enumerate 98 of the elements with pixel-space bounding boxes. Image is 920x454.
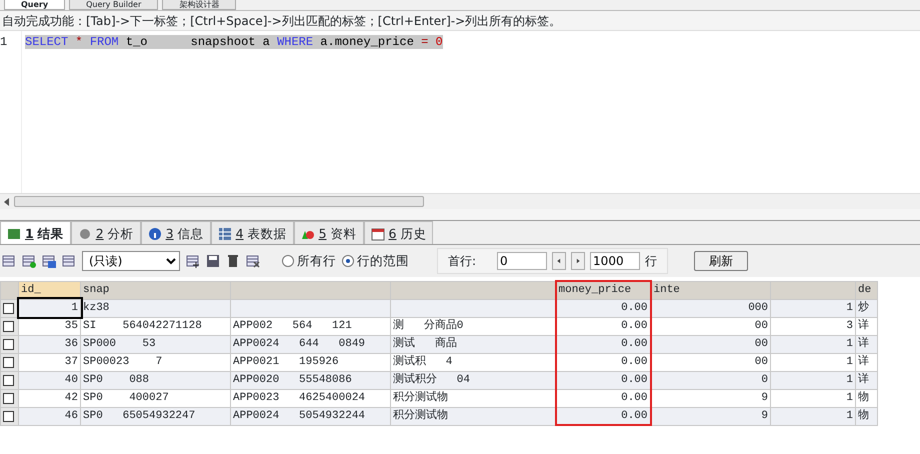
first-row-field[interactable]: 0: [497, 252, 548, 270]
radio-option[interactable]: 所有行: [282, 252, 336, 270]
row-count-field[interactable]: 1000: [590, 252, 640, 270]
autocomplete-hint: 自动完成功能：[Tab]->下一标签；[Ctrl+Space]->列出匹配的标签；[Ctrl+Enter]->列出所有的标签。: [0, 11, 920, 31]
table-cell: 3: [770, 317, 856, 335]
table-cell: 37: [18, 353, 80, 371]
table-cell: kz38: [80, 299, 230, 317]
query-tab[interactable]: 架构设计器: [162, 0, 236, 10]
table-cell: 0.00: [556, 299, 650, 317]
result-tab[interactable]: 3 信息: [140, 221, 211, 244]
grid-add-icon[interactable]: [186, 254, 200, 268]
table-cell: APP0024 644 0849: [230, 335, 390, 353]
table-cell: SI 564042271128: [80, 317, 230, 335]
row-checkbox[interactable]: [3, 338, 14, 350]
grid-delete-icon[interactable]: [246, 254, 260, 268]
mode-dropdown[interactable]: (只读): [82, 251, 180, 271]
table-cell: 35: [18, 317, 80, 335]
grid-edit-icon[interactable]: [62, 254, 76, 268]
table-cell: 1: [18, 299, 80, 317]
table-cell: 1: [770, 389, 856, 407]
save-icon[interactable]: [206, 254, 220, 268]
table-cell: 0: [650, 371, 770, 389]
table-cell: 物: [856, 407, 878, 425]
grid-icon[interactable]: [2, 254, 16, 268]
table-cell: 详: [856, 371, 878, 389]
row-checkbox[interactable]: [3, 356, 14, 368]
grid-add-icon[interactable]: [22, 254, 36, 268]
grid-copy-icon[interactable]: [42, 254, 56, 268]
row-checkbox[interactable]: [3, 302, 14, 314]
table-cell: SP0 088: [80, 371, 230, 389]
result-tab[interactable]: 5 资料: [294, 221, 364, 244]
trash-icon[interactable]: [226, 254, 240, 268]
table-cell: 1: [770, 299, 856, 317]
table-cell: APP0023 4625400024: [230, 389, 390, 407]
query-tab[interactable]: Query: [4, 0, 66, 10]
table-cell: 00: [650, 353, 770, 371]
sql-query: SELECT * FROM t_o snapshoot a WHERE a.money_price = 0: [25, 35, 443, 49]
column-header[interactable]: inte: [650, 281, 770, 299]
table-cell: 000: [650, 299, 770, 317]
table-cell: APP002 564 121: [230, 317, 390, 335]
table-cell: 40: [18, 371, 80, 389]
table-cell: 积分测试物: [390, 389, 556, 407]
table-cell: SP00023 7: [80, 353, 230, 371]
table-cell: 9: [650, 407, 770, 425]
table-cell: 详: [856, 335, 878, 353]
table-cell: 1: [770, 407, 856, 425]
table-cell: 积分测试物: [390, 407, 556, 425]
previous-button[interactable]: [552, 252, 566, 270]
table-cell: 详: [856, 317, 878, 335]
row-checkbox[interactable]: [3, 320, 14, 332]
column-header[interactable]: snap: [80, 281, 230, 299]
first-row-label: 首行:: [448, 253, 476, 270]
column-header[interactable]: money_price: [556, 281, 650, 299]
table-cell: 0.00: [556, 407, 650, 425]
table-cell: 1: [770, 335, 856, 353]
row-checkbox[interactable]: [3, 392, 14, 404]
table-cell: APP0021 195926: [230, 353, 390, 371]
table-cell: APP0024 5054932244: [230, 407, 390, 425]
column-header[interactable]: de: [856, 281, 878, 299]
table-cell: 炒: [856, 299, 878, 317]
info-icon: [148, 227, 162, 241]
table-cell: SP000 53: [80, 335, 230, 353]
calendar-icon: [370, 227, 385, 241]
table-cell: 测 分商品0: [390, 317, 556, 335]
row-checkbox[interactable]: [3, 410, 14, 422]
table-cell: 1: [770, 371, 856, 389]
scrollbar-thumb[interactable]: [14, 196, 424, 207]
table-cell: 9: [650, 389, 770, 407]
result-tab[interactable]: 1 结果: [0, 221, 71, 244]
next-button[interactable]: [571, 252, 586, 270]
line-number: 1: [0, 31, 22, 193]
refresh-button[interactable]: 刷新: [694, 251, 748, 271]
table-cell: SP0 400027: [80, 389, 230, 407]
row-checkbox[interactable]: [3, 374, 14, 386]
grid-icon: [7, 227, 21, 241]
table-cell: 测试积 4: [390, 353, 556, 371]
query-tab[interactable]: Query Builder: [69, 0, 158, 10]
table-cell: 1: [770, 353, 856, 371]
table-cell: 测试积分 04: [390, 371, 556, 389]
table-cell: SP0 65054932247: [80, 407, 230, 425]
table-cell: 0.00: [556, 335, 650, 353]
table-cell: 测试 商品: [390, 335, 556, 353]
table-cell: 00: [650, 317, 770, 335]
rows-label: 行: [645, 253, 658, 270]
result-tab[interactable]: 4 表数据: [210, 221, 294, 244]
table-cell: 36: [18, 335, 80, 353]
radio-option[interactable]: 行的范围: [342, 252, 409, 270]
result-tab[interactable]: 6 历史: [364, 221, 434, 244]
table-cell: 详: [856, 353, 878, 371]
table-cell: 0.00: [556, 371, 650, 389]
table-cell: 物: [856, 389, 878, 407]
table-cell: 42: [18, 389, 80, 407]
result-tab[interactable]: 2 分析: [70, 221, 141, 244]
table-cell: 46: [18, 407, 80, 425]
table-icon: [218, 227, 232, 241]
table-cell: 00: [650, 335, 770, 353]
table-cell: APP0020 55548086: [230, 371, 390, 389]
arrow-right-icon[interactable]: [574, 256, 582, 265]
